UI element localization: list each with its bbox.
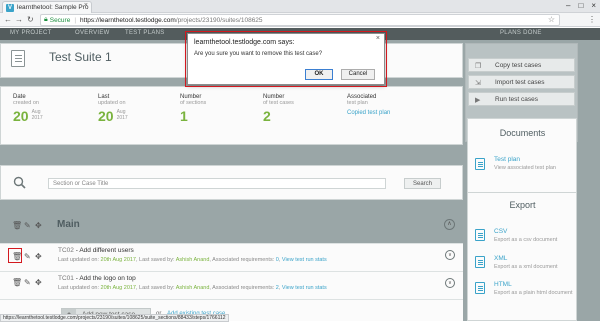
close-tab-icon[interactable]: × [84, 2, 88, 9]
test-case-title[interactable]: TC02 - Add different users [58, 247, 134, 254]
search-input[interactable]: Section or Case Title [48, 178, 386, 189]
export-csv-desc: Export as a csv document [494, 237, 558, 243]
back-icon[interactable]: ← [4, 14, 12, 26]
delete-section-icon[interactable]: 🗑︎ [12, 221, 22, 230]
test-case-title[interactable]: TC01 - Add the logo on top [58, 275, 136, 282]
suite-stats-card [0, 86, 463, 145]
lock-icon: 🔒︎ [44, 16, 48, 23]
suite-title: Test Suite 1 [49, 50, 112, 64]
testlodge-favicon-icon: V [6, 4, 14, 12]
documents-title: Documents [499, 128, 546, 138]
stat-date-created: Date created on 20 Aug 2017 [13, 94, 43, 124]
address-bar: ← → ↻ 🔒︎ Secure | https://learnthetool.t… [0, 13, 600, 27]
browser-tab-bar: V learnthetool: Sample Pro × – □ × [0, 0, 600, 13]
minimize-icon[interactable]: – [566, 0, 570, 12]
url-input[interactable]: 🔒︎ Secure | https://learnthetool.testlod… [40, 14, 560, 26]
stat-number-sections: Number of sections 1 [180, 94, 207, 124]
move-test-case-icon[interactable]: ✥ [35, 252, 42, 261]
export-csv-link[interactable]: CSV [494, 228, 507, 235]
stat-associated-plan: Associated test plan Copied test plan [347, 94, 391, 116]
html-document-icon [475, 282, 485, 294]
secure-label: Secure [49, 16, 71, 24]
maximize-icon[interactable]: □ [578, 0, 583, 12]
nav-item-test-plans[interactable]: TEST PLANS [125, 30, 165, 36]
export-html-desc: Export as a plain html document [494, 290, 573, 296]
forward-icon[interactable]: → [15, 14, 23, 26]
nav-item-my-project[interactable]: MY PROJECT [10, 30, 52, 36]
test-case-meta: Last updated on: 20th Aug 2017, Last sav… [58, 285, 327, 291]
view-test-run-stats-link[interactable]: View test run stats [282, 257, 327, 263]
delete-test-case-icon[interactable]: 🗑︎ [12, 278, 22, 287]
delete-icon-highlight [8, 248, 22, 263]
import-test-cases-button[interactable]: ⇲ Import test cases [468, 75, 575, 89]
url-path: /projects/23190/suites/108625 [175, 16, 263, 24]
stat-last-updated: Last updated on 20 Aug 2017 [98, 94, 128, 124]
move-section-icon[interactable]: ✥ [35, 221, 42, 230]
url-separator: | [74, 16, 77, 24]
tab-title: learnthetool: Sample Pro [17, 4, 89, 11]
nav-item-plans-done[interactable]: PLANS DONE [500, 30, 542, 36]
edit-test-case-icon[interactable]: ✎ [24, 278, 31, 287]
copy-icon: ❐ [475, 63, 482, 70]
expand-test-case-icon[interactable]: ∨ [445, 250, 455, 260]
run-icon: ▶ [475, 97, 481, 104]
document-icon [475, 158, 485, 170]
dialog-highlight [185, 31, 387, 87]
csv-document-icon [475, 229, 485, 241]
test-case-meta: Last updated on: 20th Aug 2017, Last sav… [58, 257, 327, 263]
url-host: https://learnthetool.testlodge.com [80, 16, 176, 24]
close-window-icon[interactable]: × [591, 0, 596, 12]
copy-test-cases-button[interactable]: ❐ Copy test cases [468, 58, 575, 72]
test-plan-link[interactable]: Test plan [494, 156, 520, 163]
export-xml-link[interactable]: XML [494, 255, 507, 262]
stat-number-test-cases: Number of test cases 2 [263, 94, 294, 124]
browser-menu-icon[interactable]: ⋮ [588, 14, 596, 26]
nav-item-overview[interactable]: OVERVIEW [75, 30, 110, 36]
move-test-case-icon[interactable]: ✥ [35, 278, 42, 287]
status-bar-url: https://learnthetool.testlodge.com/proje… [0, 314, 229, 322]
browser-tab[interactable]: V learnthetool: Sample Pro × [2, 1, 92, 13]
edit-test-case-icon[interactable]: ✎ [24, 252, 31, 261]
export-title: Export [509, 200, 536, 210]
bookmark-star-icon[interactable]: ☆ [548, 15, 555, 25]
edit-section-icon[interactable]: ✎ [24, 221, 31, 230]
section-title: Main [57, 219, 80, 230]
run-test-cases-button[interactable]: ▶ Run test cases [468, 92, 575, 106]
search-icon [13, 176, 26, 189]
import-icon: ⇲ [475, 80, 481, 87]
expand-test-case-icon[interactable]: ∨ [445, 278, 455, 288]
xml-document-icon [475, 256, 485, 268]
reload-icon[interactable]: ↻ [27, 14, 34, 26]
export-html-link[interactable]: HTML [494, 281, 512, 288]
search-button[interactable]: Search [404, 178, 441, 189]
view-test-run-stats-link[interactable]: View test run stats [282, 285, 327, 291]
test-suite-icon [11, 50, 25, 67]
copied-test-plan-link[interactable]: Copied test plan [347, 110, 390, 116]
window-controls: – □ × [566, 0, 596, 12]
test-plan-desc: View associated test plan [494, 165, 556, 171]
export-xml-desc: Export as a xml document [494, 264, 558, 270]
collapse-section-icon[interactable]: ∧ [444, 219, 455, 230]
